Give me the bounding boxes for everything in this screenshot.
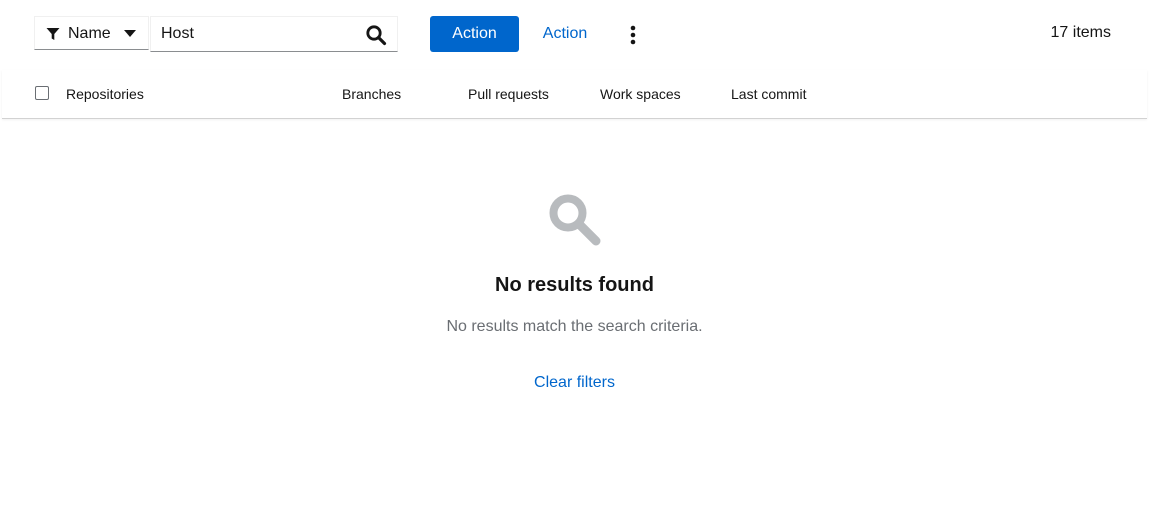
table-header: Repositories Branches Pull requests Work… <box>2 70 1147 119</box>
search-input[interactable] <box>151 17 361 51</box>
search-icon <box>549 194 601 246</box>
caret-down-icon <box>124 30 136 37</box>
filter-icon <box>46 28 60 40</box>
column-header-branches[interactable]: Branches <box>342 86 401 102</box>
column-header-last-commit[interactable]: Last commit <box>731 86 806 102</box>
primary-action-button[interactable]: Action <box>430 16 519 52</box>
item-count: 17 items <box>1050 24 1111 41</box>
toolbar: Name Action Action 17 items <box>0 0 1149 70</box>
filter-attribute-label: Name <box>68 25 111 42</box>
empty-state-title: No results found <box>495 274 654 296</box>
column-header-repositories[interactable]: Repositories <box>66 86 144 102</box>
filter-attribute-dropdown[interactable]: Name <box>34 16 149 50</box>
secondary-action-button[interactable]: Action <box>528 16 602 52</box>
empty-state-body: No results match the search criteria. <box>446 318 703 335</box>
clear-filters-link[interactable]: Clear filters <box>534 374 615 391</box>
kebab-vertical-icon[interactable] <box>622 22 644 48</box>
search-icon[interactable] <box>365 24 387 46</box>
column-header-work-spaces[interactable]: Work spaces <box>600 86 681 102</box>
empty-state: No results found No results match the se… <box>0 119 1149 519</box>
column-header-pull-requests[interactable]: Pull requests <box>468 86 549 102</box>
search-field <box>150 16 398 52</box>
select-all-checkbox[interactable] <box>35 86 49 100</box>
